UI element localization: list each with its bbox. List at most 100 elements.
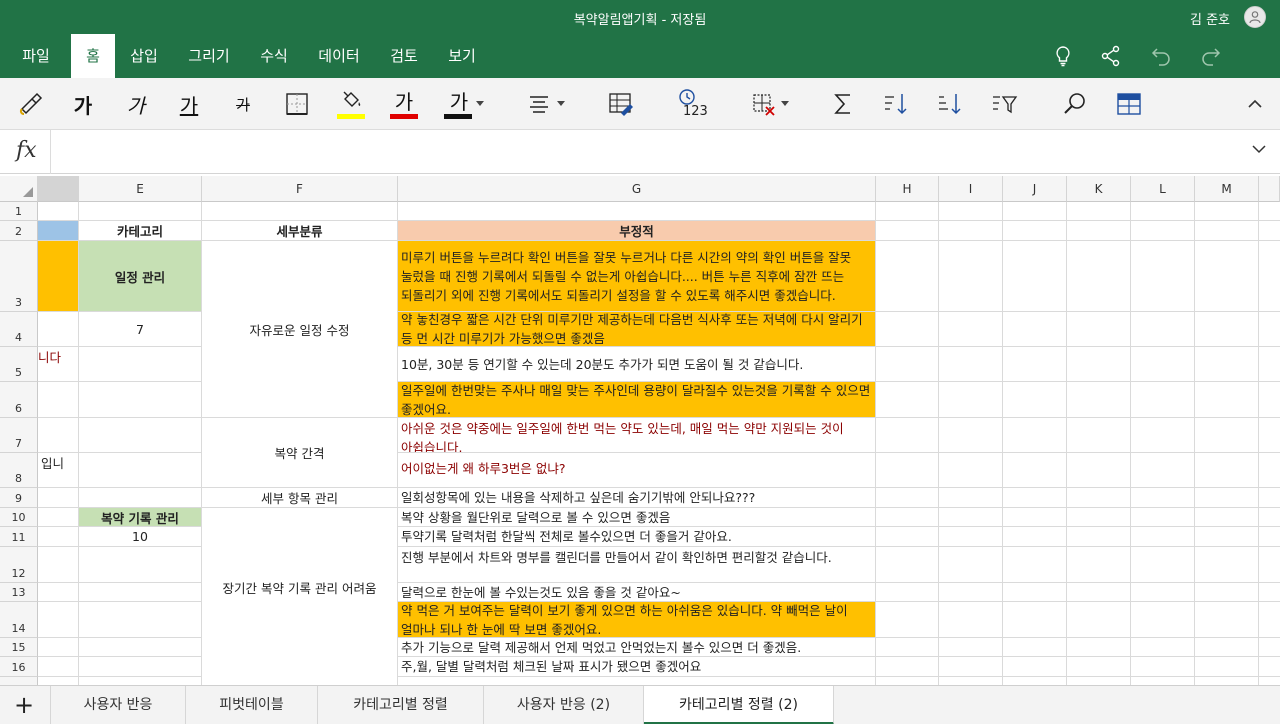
font-color-button[interactable]: 가 <box>386 86 422 122</box>
row-header[interactable]: 6 <box>0 382 38 418</box>
cell-feedback[interactable]: 진행 부분에서 차트와 명부를 캘린더를 만들어서 같이 확인하면 편리할것 같… <box>398 547 876 583</box>
cell[interactable] <box>38 677 79 685</box>
cell[interactable] <box>79 347 202 382</box>
column-header[interactable]: E <box>79 176 202 202</box>
row-header[interactable]: 1 <box>0 202 38 221</box>
spreadsheet-grid[interactable]: E F G H I J K L M 1 2 3 4 5 6 7 8 9 10 1… <box>0 176 1280 685</box>
column-header[interactable]: I <box>939 176 1003 202</box>
tab-review[interactable]: 검토 <box>381 34 427 78</box>
column-header[interactable]: H <box>876 176 939 202</box>
tab-view[interactable]: 보기 <box>441 34 483 78</box>
cell-subcategory-header[interactable]: 세부분류 <box>202 221 398 241</box>
wrap-text-button[interactable] <box>604 86 638 122</box>
column-header[interactable]: F <box>202 176 398 202</box>
cell[interactable] <box>38 488 79 508</box>
redo-icon[interactable] <box>1199 44 1223 68</box>
column-header[interactable] <box>1259 176 1280 202</box>
cell-feedback[interactable]: 복약 상황을 월단위로 달력으로 볼 수 있으면 좋겠음 <box>398 508 876 527</box>
cell-record-category[interactable]: 복약 기록 관리 <box>79 508 202 527</box>
row-header[interactable]: 2 <box>0 221 38 241</box>
cell[interactable] <box>79 547 202 583</box>
cell-feedback[interactable]: 어이없는게 왜 하루3번은 없냐? <box>398 453 876 488</box>
cell[interactable] <box>79 677 202 685</box>
row-header[interactable]: 16 <box>0 657 38 677</box>
autosum-button[interactable] <box>826 86 860 122</box>
cell-record-count[interactable]: 10 <box>79 527 202 547</box>
cell[interactable] <box>38 312 79 347</box>
cell-feedback[interactable]: 약 놓친경우 짧은 시간 단위 미루기만 제공하는데 다음번 식사후 또는 저녁… <box>398 312 876 347</box>
share-icon[interactable] <box>1099 44 1123 68</box>
row-header[interactable] <box>0 677 38 685</box>
find-button[interactable] <box>1058 86 1092 122</box>
lightbulb-icon[interactable] <box>1051 44 1075 68</box>
cell[interactable] <box>79 418 202 453</box>
cell[interactable] <box>202 202 398 221</box>
cell[interactable] <box>38 382 79 418</box>
formula-input[interactable] <box>60 142 1230 162</box>
cell[interactable] <box>38 638 79 657</box>
tab-formulas[interactable]: 수식 <box>251 34 297 78</box>
cell[interactable] <box>398 202 876 221</box>
collapse-ribbon-button[interactable] <box>1240 86 1270 122</box>
tab-data[interactable]: 데이터 <box>311 34 367 78</box>
column-header[interactable] <box>38 176 79 202</box>
row-header[interactable]: 7 <box>0 418 38 453</box>
align-dropdown[interactable] <box>522 86 570 122</box>
cell[interactable]: 니다 <box>38 347 79 382</box>
italic-button[interactable]: 가 <box>119 86 153 122</box>
tab-home[interactable]: 홈 <box>71 34 115 78</box>
cell-feedback[interactable]: 일주일에 한번맞는 주사나 매일 맞는 주사인데 용량이 달라질수 있는것을 기… <box>398 382 876 418</box>
undo-icon[interactable] <box>1149 44 1173 68</box>
user-name[interactable]: 김 준호 <box>1190 9 1230 28</box>
cell-schedule-category[interactable]: 일정 관리 <box>79 241 202 312</box>
cell[interactable] <box>79 382 202 418</box>
cell[interactable] <box>38 602 79 638</box>
cell-long-term-record[interactable]: 장기간 복약 기록 관리 어려움 <box>202 508 398 685</box>
cell[interactable] <box>38 202 79 221</box>
sheet-tab[interactable]: 사용자 반응 (2) <box>484 686 644 724</box>
cell[interactable] <box>79 453 202 488</box>
row-header[interactable]: 13 <box>0 583 38 602</box>
cell[interactable] <box>38 508 79 527</box>
cell[interactable]: 입니 <box>38 453 79 488</box>
cell-dose-interval[interactable]: 복약 간격 <box>202 418 398 488</box>
cell-feedback[interactable]: 투약기록 달력처럼 한달씩 전체로 볼수있으면 더 좋을거 같아요. <box>398 527 876 547</box>
tab-insert[interactable]: 삽입 <box>121 34 167 78</box>
row-header[interactable]: 12 <box>0 547 38 583</box>
row-header[interactable]: 15 <box>0 638 38 657</box>
cell[interactable] <box>38 221 79 241</box>
cell-item-management[interactable]: 세부 항목 관리 <box>202 488 398 508</box>
cell-feedback[interactable]: 약 먹은 거 보여주는 달력이 보기 좋게 있으면 하는 아쉬움은 있습니다. … <box>398 602 876 638</box>
underline-button[interactable]: 가 <box>172 86 206 122</box>
tab-draw[interactable]: 그리기 <box>181 34 237 78</box>
number-format-button[interactable]: 123 <box>672 86 712 122</box>
cell[interactable] <box>79 657 202 677</box>
cell[interactable] <box>79 488 202 508</box>
cell[interactable] <box>79 602 202 638</box>
cell-feedback[interactable]: 10분, 30분 등 연기할 수 있는데 20분도 추가가 되면 도움이 될 것… <box>398 347 876 382</box>
row-header[interactable]: 3 <box>0 241 38 312</box>
cell[interactable] <box>38 418 79 453</box>
add-sheet-button[interactable]: + <box>10 692 38 718</box>
chevron-down-icon[interactable] <box>1252 144 1266 154</box>
sheet-tab[interactable]: 피벗테이블 <box>186 686 318 724</box>
borders-button[interactable] <box>280 86 314 122</box>
cell-feedback[interactable]: 아쉬운 것은 약중에는 일주일에 한번 먹는 약도 있는데, 매일 먹는 약만 … <box>398 418 876 453</box>
column-header[interactable]: K <box>1067 176 1131 202</box>
row-header[interactable]: 8 <box>0 453 38 488</box>
filter-button[interactable] <box>986 86 1022 122</box>
row-header[interactable]: 9 <box>0 488 38 508</box>
cell-feedback[interactable]: 미루기 버튼을 누르려다 확인 버튼을 잘못 누르거나 다른 시간의 약의 확인… <box>398 241 876 312</box>
cell-feedback[interactable]: 주,월, 달별 달력처럼 체크된 날짜 표시가 됐으면 좋겠어요 <box>398 657 876 677</box>
row-header[interactable]: 14 <box>0 602 38 638</box>
format-painter-button[interactable] <box>14 86 48 122</box>
cell[interactable] <box>398 677 876 685</box>
cell[interactable] <box>38 547 79 583</box>
column-header[interactable]: G <box>398 176 876 202</box>
cell[interactable] <box>79 202 202 221</box>
cell[interactable] <box>38 527 79 547</box>
format-as-table-button[interactable] <box>1112 86 1146 122</box>
bold-button[interactable]: 가 <box>66 86 100 122</box>
column-header[interactable]: J <box>1003 176 1067 202</box>
row-header[interactable]: 11 <box>0 527 38 547</box>
